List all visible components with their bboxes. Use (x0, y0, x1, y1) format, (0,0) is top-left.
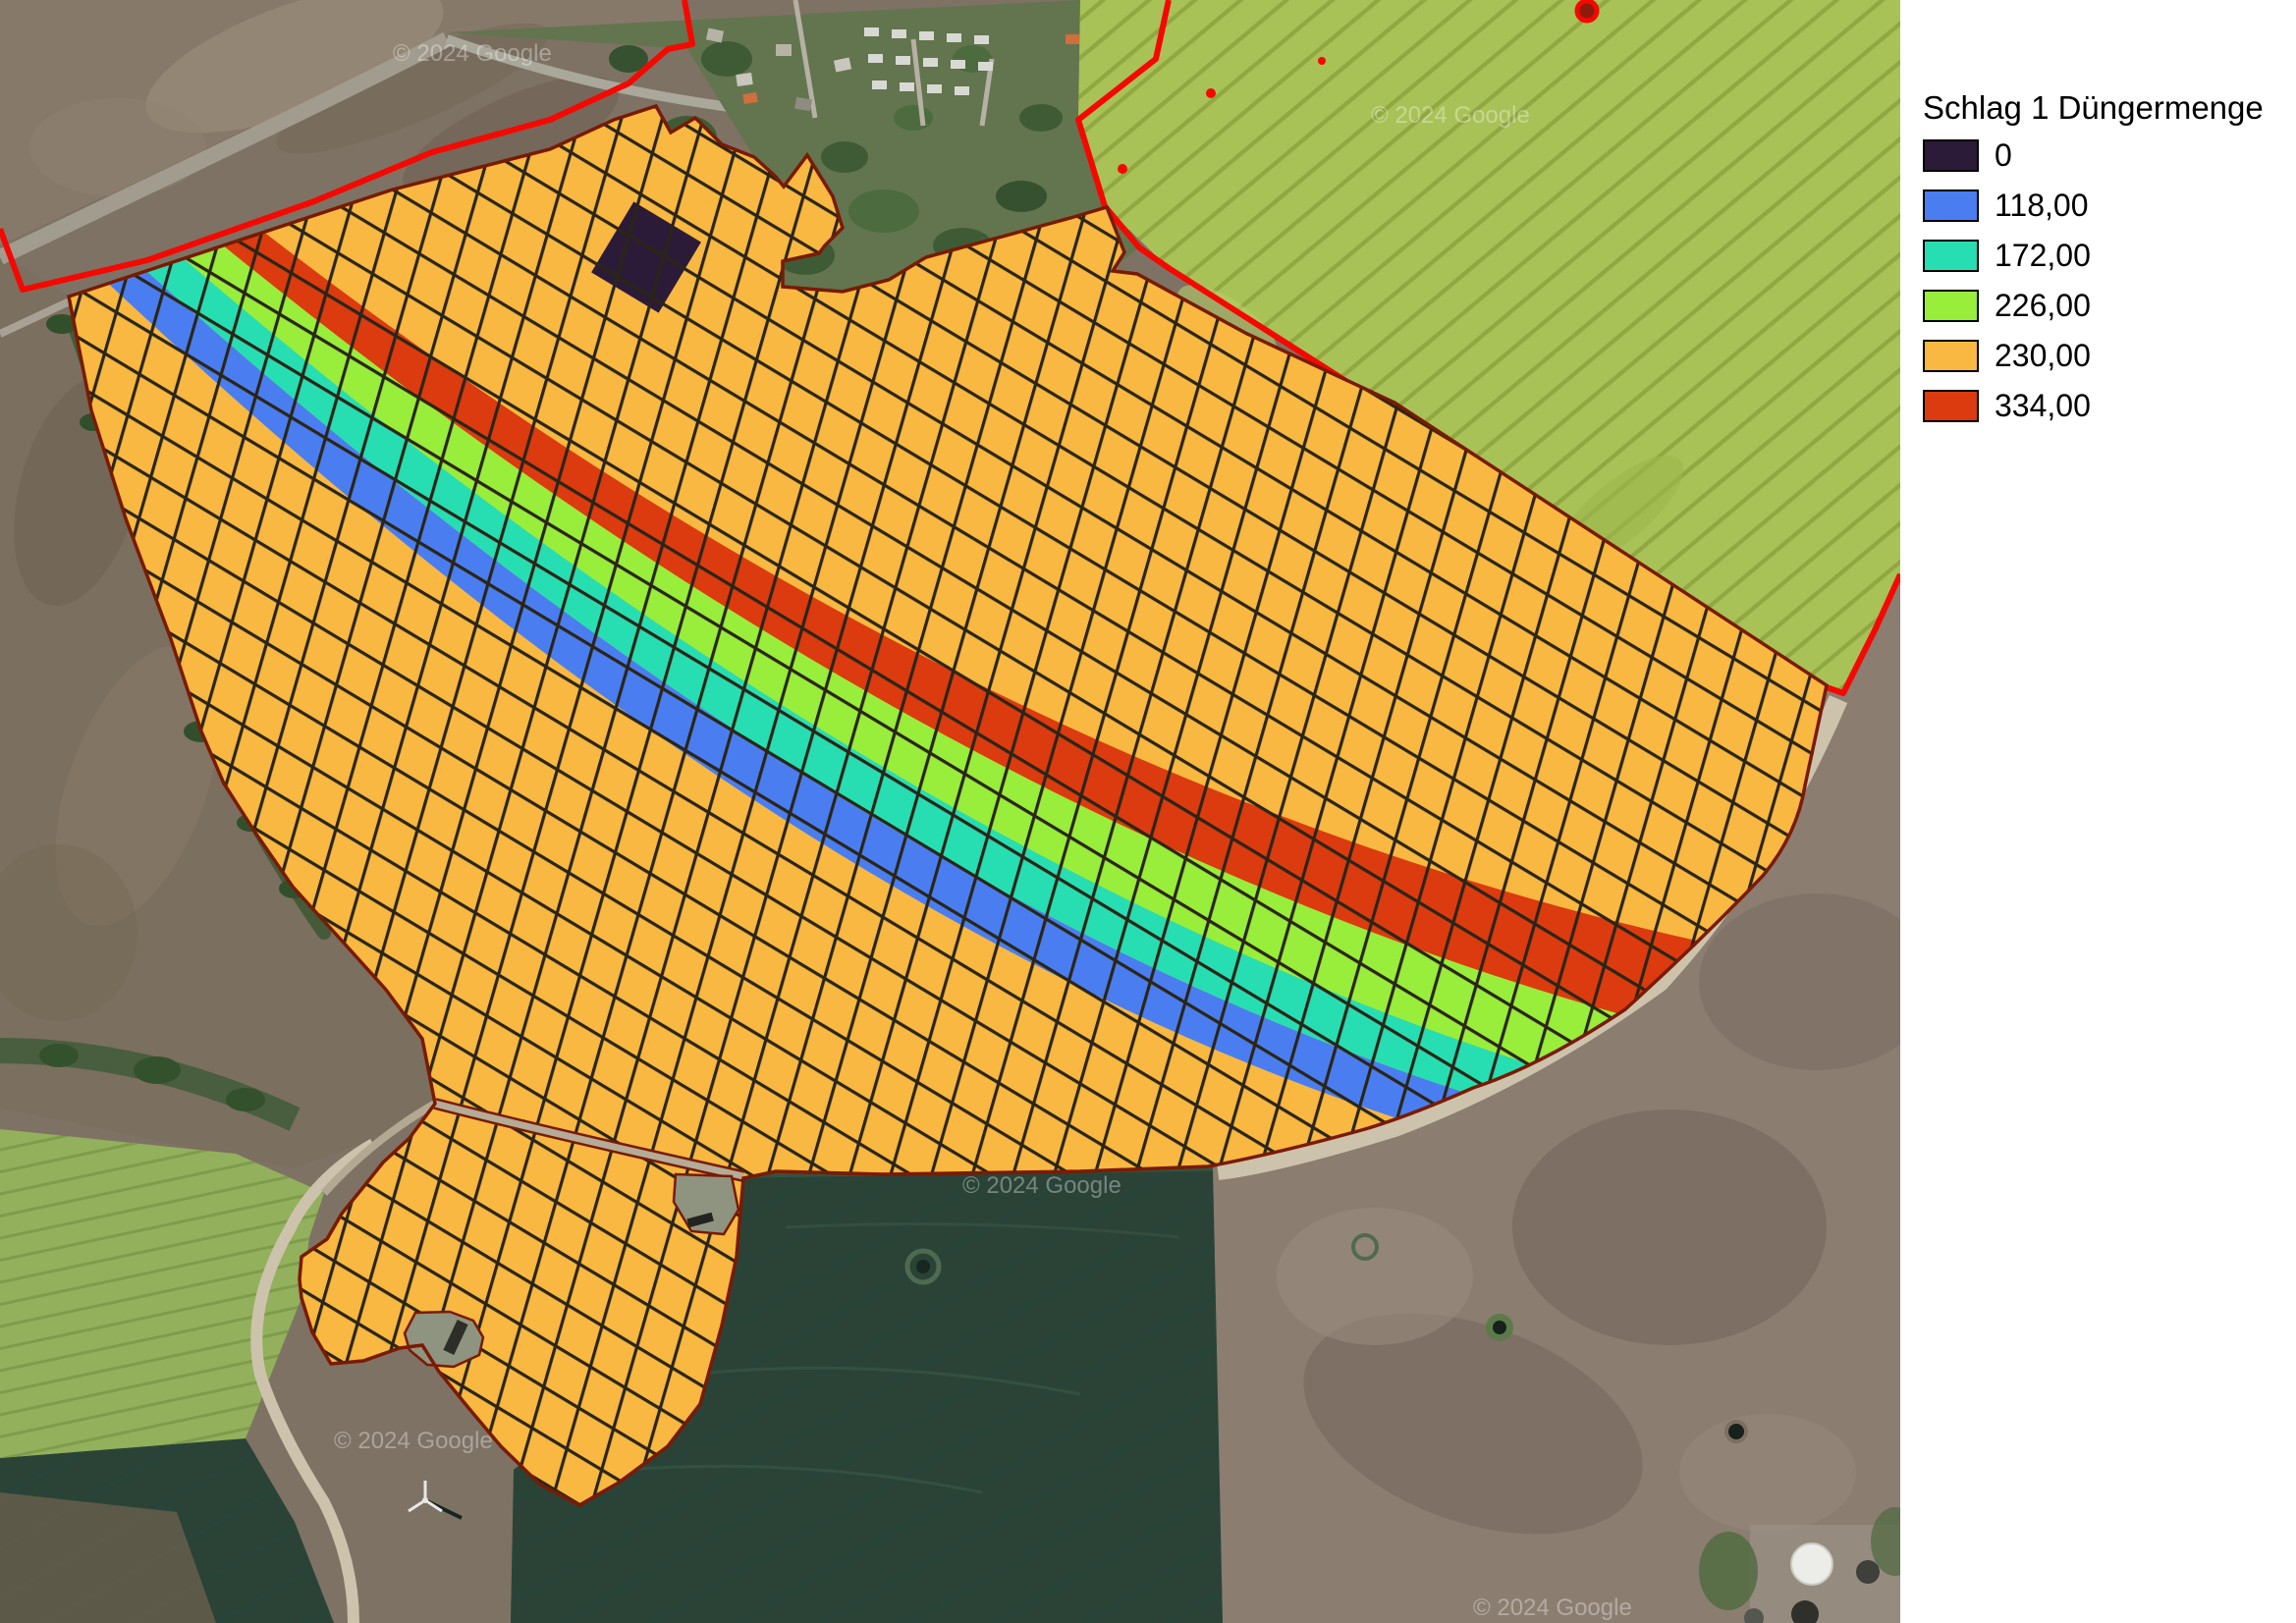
svg-text:© 2024 Google: © 2024 Google (962, 1172, 1121, 1199)
map-viewport[interactable]: © 2024 Google © 2024 Google © 2024 Googl… (0, 0, 1900, 1623)
legend-panel: Schlag 1 Düngermenge 0 118,00 172,00 226… (1900, 0, 2296, 1623)
legend-label: 334,00 (1995, 388, 2091, 424)
legend-swatch-172 (1923, 240, 1979, 272)
legend-swatch-226 (1923, 290, 1979, 322)
map-canvas[interactable]: © 2024 Google © 2024 Google © 2024 Googl… (0, 0, 1900, 1623)
legend-item: 172,00 (1923, 240, 2286, 272)
legend-item: 118,00 (1923, 189, 2286, 222)
legend-label: 226,00 (1995, 288, 2091, 324)
legend-swatch-0 (1923, 139, 1979, 172)
svg-text:© 2024 Google: © 2024 Google (1473, 1595, 1632, 1621)
svg-text:© 2024 Google: © 2024 Google (1371, 102, 1530, 129)
legend-item: 0 (1923, 139, 2286, 172)
legend-swatch-334 (1923, 390, 1979, 422)
legend-label: 230,00 (1995, 338, 2091, 374)
app-window: © 2024 Google © 2024 Google © 2024 Googl… (0, 0, 2296, 1623)
legend-label: 172,00 (1995, 238, 2091, 274)
legend-swatch-118 (1923, 189, 1979, 222)
legend-swatch-230 (1923, 340, 1979, 372)
svg-text:© 2024 Google: © 2024 Google (334, 1428, 493, 1454)
svg-text:© 2024 Google: © 2024 Google (393, 40, 552, 67)
legend-item: 334,00 (1923, 390, 2286, 422)
legend-item: 230,00 (1923, 340, 2286, 372)
legend-label: 0 (1995, 137, 2012, 174)
legend-title: Schlag 1 Düngermenge (1923, 90, 2286, 126)
legend-item: 226,00 (1923, 290, 2286, 322)
legend-label: 118,00 (1995, 188, 2089, 224)
